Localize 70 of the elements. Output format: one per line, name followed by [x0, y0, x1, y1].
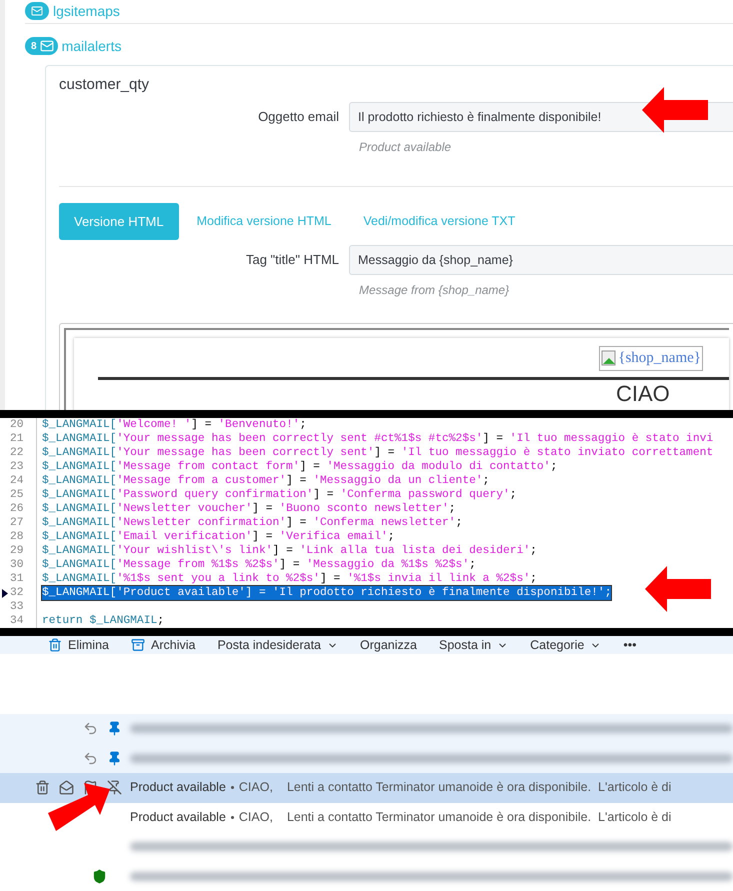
toolbar-button[interactable]: Posta indesiderata	[217, 636, 338, 654]
mail-subject: Product available	[130, 808, 226, 826]
code-line: $_LANGMAIL['Message from %1$s %2$s'] = 'Messaggio da %1$s %2$s';	[42, 558, 476, 572]
code-line: $_LANGMAIL['Your message has been correctly sent'] = 'Il tuo messaggio è stato inviato correttament	[42, 446, 714, 460]
pin-icon[interactable]	[107, 780, 122, 796]
field-label: Oggetto email	[257, 108, 340, 126]
mail-subject: Product available	[130, 779, 226, 796]
code-line: $_LANGMAIL['Welcome! '] = 'Benvenuto!';	[42, 418, 306, 432]
code-line: $_LANGMAIL['Your message has been correctly sent #ct%1$s #tc%2$s'] = 'Il tuo messaggio è stato invi	[42, 432, 714, 446]
code-line: $_LANGMAIL['Message from a customer'] = 'Messaggio da un cliente';	[42, 474, 490, 488]
toolbar-button[interactable]: Archivia	[131, 636, 196, 654]
preview-heading: CIAO	[616, 382, 671, 404]
line-number: 32	[10, 586, 25, 600]
toolbar-button[interactable]: Organizza	[360, 636, 417, 654]
code-line: $_LANGMAIL['Message from contact form'] = 'Messaggio da modulo di contatto';	[42, 460, 558, 474]
mail-row[interactable]: Product available CIAO, Lenti a contatto Terminator umanoide è ora disponibile. L'articolo è di	[0, 773, 733, 802]
code-line: return $_LANGMAIL;	[42, 614, 164, 628]
line-number: 24	[10, 474, 25, 488]
field-label: Tag "title" HTML	[244, 251, 340, 270]
line-number: 23	[10, 460, 25, 474]
archive-icon	[131, 638, 145, 652]
toolbar-button[interactable]: •••	[623, 636, 636, 654]
line-number: 29	[10, 544, 25, 558]
pointer-arrow	[642, 87, 708, 133]
pin-icon[interactable]	[107, 750, 122, 766]
mail-sender: CIAO,	[238, 808, 273, 826]
pin-icon[interactable]	[107, 721, 122, 736]
template-name: customer_qty	[59, 75, 150, 95]
trash-icon[interactable]	[35, 780, 50, 796]
bullet-icon	[230, 816, 234, 819]
toolbar-button[interactable]: Elimina	[48, 636, 109, 654]
shield-icon	[92, 868, 107, 884]
line-number: 26	[10, 502, 25, 516]
line-number: 21	[10, 432, 25, 446]
trash-icon	[48, 638, 62, 652]
text-field[interactable]: Il prodotto richiesto è finalmente disponibile!	[349, 102, 733, 132]
mail-icon	[31, 5, 43, 17]
toolbar-button[interactable]: Categorie	[530, 636, 602, 654]
line-number: 22	[10, 446, 25, 460]
code-line: $_LANGMAIL['Email verification'] = 'Verifica email';	[42, 530, 395, 544]
code-line: $_LANGMAIL['Password query confirmation'] = 'Conferma password query';	[42, 488, 517, 502]
reply-icon	[83, 750, 98, 766]
toolbar-button[interactable]: Sposta in	[439, 636, 508, 654]
mail-sender: CIAO,	[238, 779, 273, 796]
current-line-marker	[2, 588, 8, 598]
line-number: 27	[10, 516, 25, 530]
pointer-arrow	[645, 566, 711, 612]
envelope-icon[interactable]	[59, 780, 74, 796]
broken-image-icon	[601, 350, 618, 366]
text-field[interactable]: Messaggio da {shop_name}	[349, 245, 733, 275]
mail-icon	[40, 39, 54, 53]
line-number: 20	[10, 418, 25, 432]
mail-preview: Lenti a contatto Terminator umanoide è ora disponibile. L'articolo è di	[286, 808, 672, 826]
module-badge: 8	[25, 37, 58, 55]
line-number: 30	[10, 558, 25, 572]
reply-icon	[83, 721, 98, 736]
broken-image: {shop_name}	[599, 346, 703, 370]
line-number: 28	[10, 530, 25, 544]
code-line: $_LANGMAIL['%1$s sent you a link to %2$s'] = '%1$s invia il link a %2$s';	[42, 572, 537, 586]
field-hint: Message from {shop_name}	[359, 282, 510, 299]
line-number: 34	[10, 614, 25, 628]
code-line: $_LANGMAIL['Newsletter confirmation'] = 'Conferma newsletter';	[42, 516, 462, 530]
line-number: 33	[10, 600, 25, 614]
line-number: 25	[10, 488, 25, 502]
field-hint: Product available	[359, 139, 452, 156]
code-line: $_LANGMAIL['Newsletter voucher'] = 'Buono sconto newsletter';	[42, 502, 456, 516]
mail-preview: Lenti a contatto Terminator umanoide è ora disponibile. L'articolo è di	[286, 779, 672, 796]
line-number: 31	[10, 572, 25, 586]
bullet-icon	[230, 786, 234, 790]
code-line: $_LANGMAIL['Your wishlist\'s link'] = 'Link alla tua lista dei desideri';	[42, 544, 537, 558]
